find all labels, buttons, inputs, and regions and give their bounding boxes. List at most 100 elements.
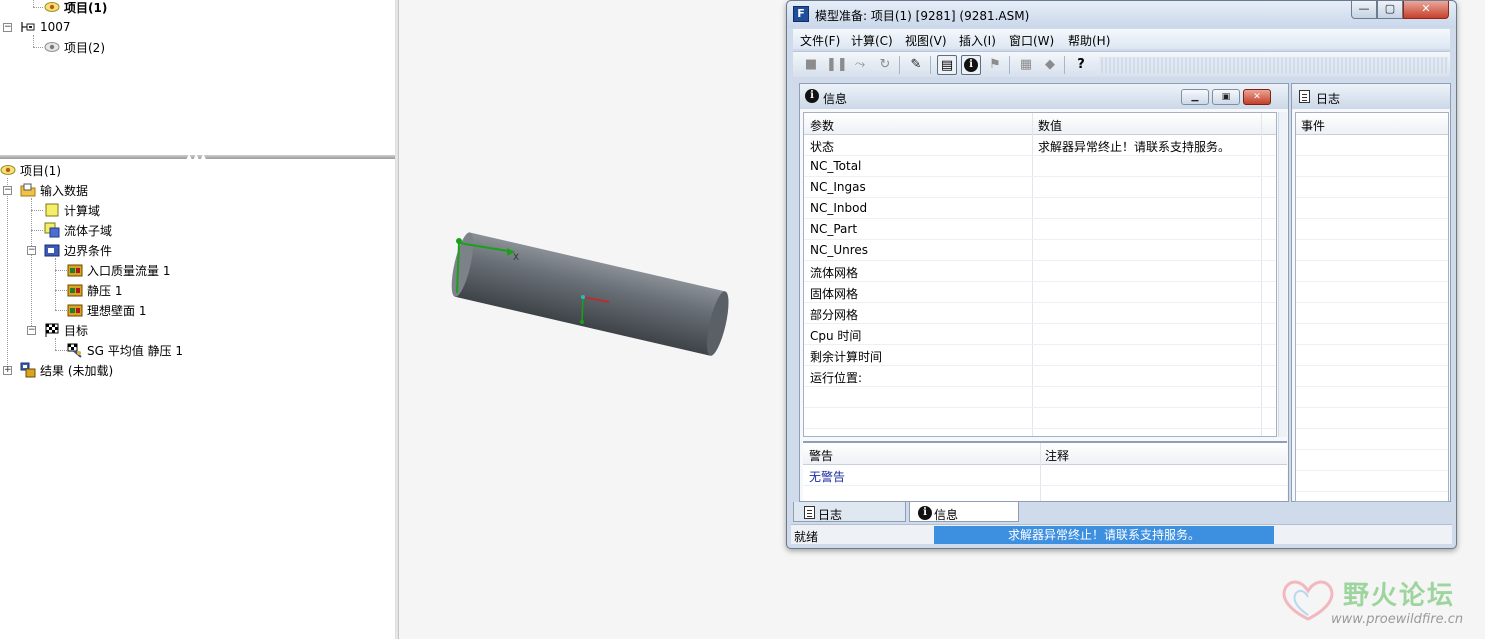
table-row[interactable]: NC_Total [804,156,1276,177]
tree-item-goal-sg[interactable]: SG 平均值 静压 1 [67,340,183,360]
collapse-toggle[interactable]: − [27,326,36,335]
tree-item-label: 项目(2) [64,40,105,55]
table-row [1296,177,1448,198]
tree-item-compute-domain[interactable]: 计算域 [44,200,100,220]
model-preparation-dialog: F 模型准备: 项目(1) [9281] (9281.ASM) — ▢ ✕ 文件… [786,0,1457,549]
table-row[interactable] [804,387,1276,408]
maximize-button[interactable]: ▢ [1377,1,1403,19]
tree-item-label: 静压 1 [87,283,123,298]
tree-item-label: 流体子域 [64,223,113,238]
info-window-title: 信息 [823,92,848,106]
tree-item-goals[interactable]: 目标 [44,320,88,340]
boundary-condition-icon [44,242,60,258]
help-icon[interactable]: ? [1071,55,1091,75]
column-header-note[interactable]: 注释 [1045,447,1069,464]
info-icon[interactable]: i [961,55,981,75]
info-window-titlebar[interactable]: i 信息 ▁ ▣ ✕ [800,84,1288,109]
collapse-toggle[interactable]: − [3,23,12,32]
table-row[interactable]: 固体网格 [804,282,1276,303]
menu-window[interactable]: 窗口(W) [1009,32,1054,49]
info-close-button[interactable]: ✕ [1243,89,1271,105]
stop-icon[interactable]: ■ [801,55,821,75]
goal-flag-icon [67,342,83,358]
vertical-scrollbar[interactable] [1278,112,1287,437]
table-row [1296,366,1448,387]
eye-icon [0,162,16,178]
dialog-titlebar[interactable]: F 模型准备: 项目(1) [9281] (9281.ASM) — ▢ ✕ [787,1,1456,28]
info-restore-button[interactable]: ▣ [1212,89,1240,105]
status-text: 就绪 [794,530,819,544]
log-window: 日志 事件 [1291,83,1451,502]
table-row [1296,408,1448,429]
table-row[interactable]: 部分网格 [804,303,1276,324]
diamond-icon[interactable]: ◆ [1040,55,1060,75]
tab-log[interactable]: 日志 [793,502,906,522]
log-window-titlebar[interactable]: 日志 [1292,84,1450,109]
info-icon: i [805,89,819,103]
table-row[interactable]: NC_Ingas [804,177,1276,198]
table-row[interactable]: 剩余计算时间 [804,345,1276,366]
column-header-value[interactable]: 数值 [1038,117,1062,134]
column-header-warning[interactable]: 警告 [809,447,833,464]
tree-item-bc-static-pressure[interactable]: 静压 1 [67,280,122,300]
watermark-url: www.proewildfire.cn [1331,612,1464,627]
document-icon[interactable]: ▤ [937,55,957,75]
watermark-logo [1282,580,1334,621]
expand-toggle[interactable]: + [3,366,12,375]
table-row [1296,450,1448,471]
table-row[interactable]: Cpu 时间 [804,324,1276,345]
pause-icon[interactable]: ❚❚ [826,55,848,75]
parameter-name: NC_Unres [810,243,869,257]
table-row[interactable]: NC_Part [804,219,1276,240]
tab-label: 信息 [934,508,959,522]
menu-insert[interactable]: 插入(I) [959,32,996,49]
tree-item-input-data[interactable]: 输入数据 [20,180,88,200]
menu-file[interactable]: 文件(F) [800,32,840,49]
table-row [1296,324,1448,345]
toolbar: ■ ❚❚ ⤳ ↻ ✎ ▤ i ⚑ ▦ ◆ ? [793,51,1450,77]
mesh-icon[interactable]: ▦ [1016,55,1036,75]
table-row[interactable]: NC_Inbod [804,198,1276,219]
minimize-button[interactable]: — [1351,1,1377,19]
parameter-table: 参数 数值 状态 求解器异常终止！请联系支持服务。 NC_Total NC_Ingas… [803,112,1277,437]
tree-item-1007[interactable]: 1007 [20,17,71,37]
collapse-toggle[interactable]: − [27,246,36,255]
tree-item-bc-ideal-wall[interactable]: 理想壁面 1 [67,300,146,320]
parameter-value: 求解器异常终止！请联系支持服务。 [1038,140,1231,154]
menu-view[interactable]: 视图(V) [905,32,947,49]
tree-item-bc-inlet[interactable]: 入口质量流量 1 [67,260,170,280]
tree-item-boundary-conditions[interactable]: 边界条件 [44,240,112,260]
table-row [1296,387,1448,408]
checkered-flag-icon [44,322,60,338]
parameter-name: 固体网格 [810,287,859,301]
parameter-name: NC_Inbod [810,201,868,215]
refresh-icon[interactable]: ↻ [875,55,895,75]
table-row[interactable]: 流体网格 [804,261,1276,282]
table-row[interactable]: 运行位置: [804,366,1276,387]
tree-item-results[interactable]: 结果 (未加载) [20,360,113,380]
box-icon [44,202,60,218]
tree-item-project-1[interactable]: 项目(1) [44,0,107,17]
menu-calculate[interactable]: 计算(C) [851,32,893,49]
tab-info[interactable]: i 信息 [909,502,1019,522]
menu-help[interactable]: 帮助(H) [1068,32,1110,49]
document-icon [804,506,815,519]
flag-icon[interactable]: ⚑ [985,55,1005,75]
tree-item-fluid-subdomain[interactable]: 流体子域 [44,220,112,240]
table-row[interactable]: 状态 求解器异常终止！请联系支持服务。 [804,135,1276,156]
table-row[interactable] [804,408,1276,429]
tree-item-label: 边界条件 [64,243,113,258]
tree-item-project-2[interactable]: 项目(2) [44,37,105,57]
solve-icon[interactable]: ⤳ [850,55,870,75]
column-header-parameter[interactable]: 参数 [810,117,834,134]
collapse-toggle[interactable]: − [3,186,12,195]
info-minimize-button[interactable]: ▁ [1181,89,1209,105]
table-row[interactable]: 无警告 [803,465,1287,486]
close-button[interactable]: ✕ [1403,1,1449,19]
table-row[interactable]: NC_Unres [804,240,1276,261]
parameter-name: NC_Part [810,222,858,236]
tree-item-project-root[interactable]: 项目(1) [0,160,61,180]
pin-icon[interactable]: ✎ [906,55,926,75]
tree-item-label: 计算域 [64,203,101,218]
column-header-event[interactable]: 事件 [1301,117,1325,134]
